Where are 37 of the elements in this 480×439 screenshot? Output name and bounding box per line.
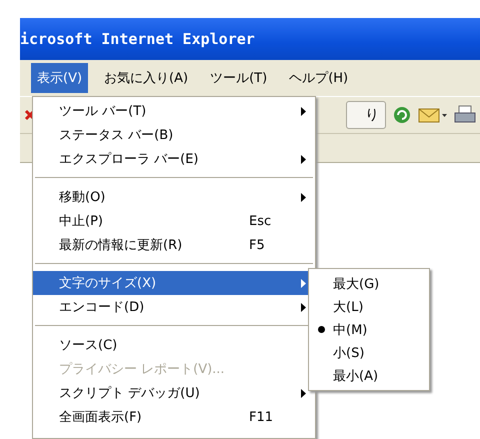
submenu-item-label: 大(L) xyxy=(333,298,364,316)
menu-item-label: エンコード(D) xyxy=(59,299,146,316)
menu-item[interactable]: 全画面表示(F) F11 xyxy=(33,405,315,429)
menu-bar-item[interactable]: 表示(V) xyxy=(31,63,88,93)
menu-item-label: 最新の情報に更新(R) xyxy=(59,237,184,254)
submenu-item-label: 小(S) xyxy=(333,344,364,362)
menu-item-label: 中止(P) xyxy=(59,213,104,230)
menu-item[interactable]: ツール バー(T) xyxy=(33,99,315,123)
toolbar-button[interactable]: り xyxy=(346,101,386,129)
submenu-item-label: 最大(G) xyxy=(333,276,380,292)
window-title: icrosoft Internet Explorer xyxy=(20,30,255,48)
menu-item[interactable]: 最新の情報に更新(R) F5 xyxy=(33,233,315,257)
menu-item-label: スクリプト デバッガ(U) xyxy=(59,385,201,402)
refresh-icon[interactable] xyxy=(392,105,412,125)
submenu-item-label: 中(M) xyxy=(333,322,368,338)
menu-item-label: ソース(C) xyxy=(59,337,118,354)
shortcut-label: Esc xyxy=(249,214,272,228)
shortcut-label: F5 xyxy=(249,238,266,252)
menu-item[interactable]: ステータス バー(B) xyxy=(33,123,315,147)
menu-item-label: 移動(O) xyxy=(59,189,106,206)
menu-item[interactable]: 中止(P) Esc xyxy=(33,209,315,233)
menu-item[interactable]: 移動(O) xyxy=(33,185,315,209)
menu-bar-item[interactable]: お気に入り(A) xyxy=(98,63,194,93)
submenu-item-label: 最小(A) xyxy=(333,368,378,384)
shortcut-label: F11 xyxy=(249,410,274,424)
menu-item[interactable]: エクスプローラ バー(E) xyxy=(33,147,315,171)
menu-item-label: 文字のサイズ(X) xyxy=(59,275,158,292)
menu-item-label: エクスプローラ バー(E) xyxy=(59,151,200,168)
menu-item-label: ツール バー(T) xyxy=(59,103,148,120)
menu-item-label: 全画面表示(F) xyxy=(59,409,143,426)
printer-icon[interactable] xyxy=(454,105,476,125)
menu-item-label: ステータス バー(B) xyxy=(59,127,174,144)
menu-bar-item[interactable]: ツール(T) xyxy=(204,63,274,93)
submenu-item[interactable]: 小(S) xyxy=(309,341,429,364)
menu-item-label: プライバシー レポート(V)... xyxy=(59,361,226,378)
menu-bar-item[interactable]: ヘルプ(H) xyxy=(283,63,354,93)
submenu-item[interactable]: 中(M) xyxy=(309,318,429,341)
